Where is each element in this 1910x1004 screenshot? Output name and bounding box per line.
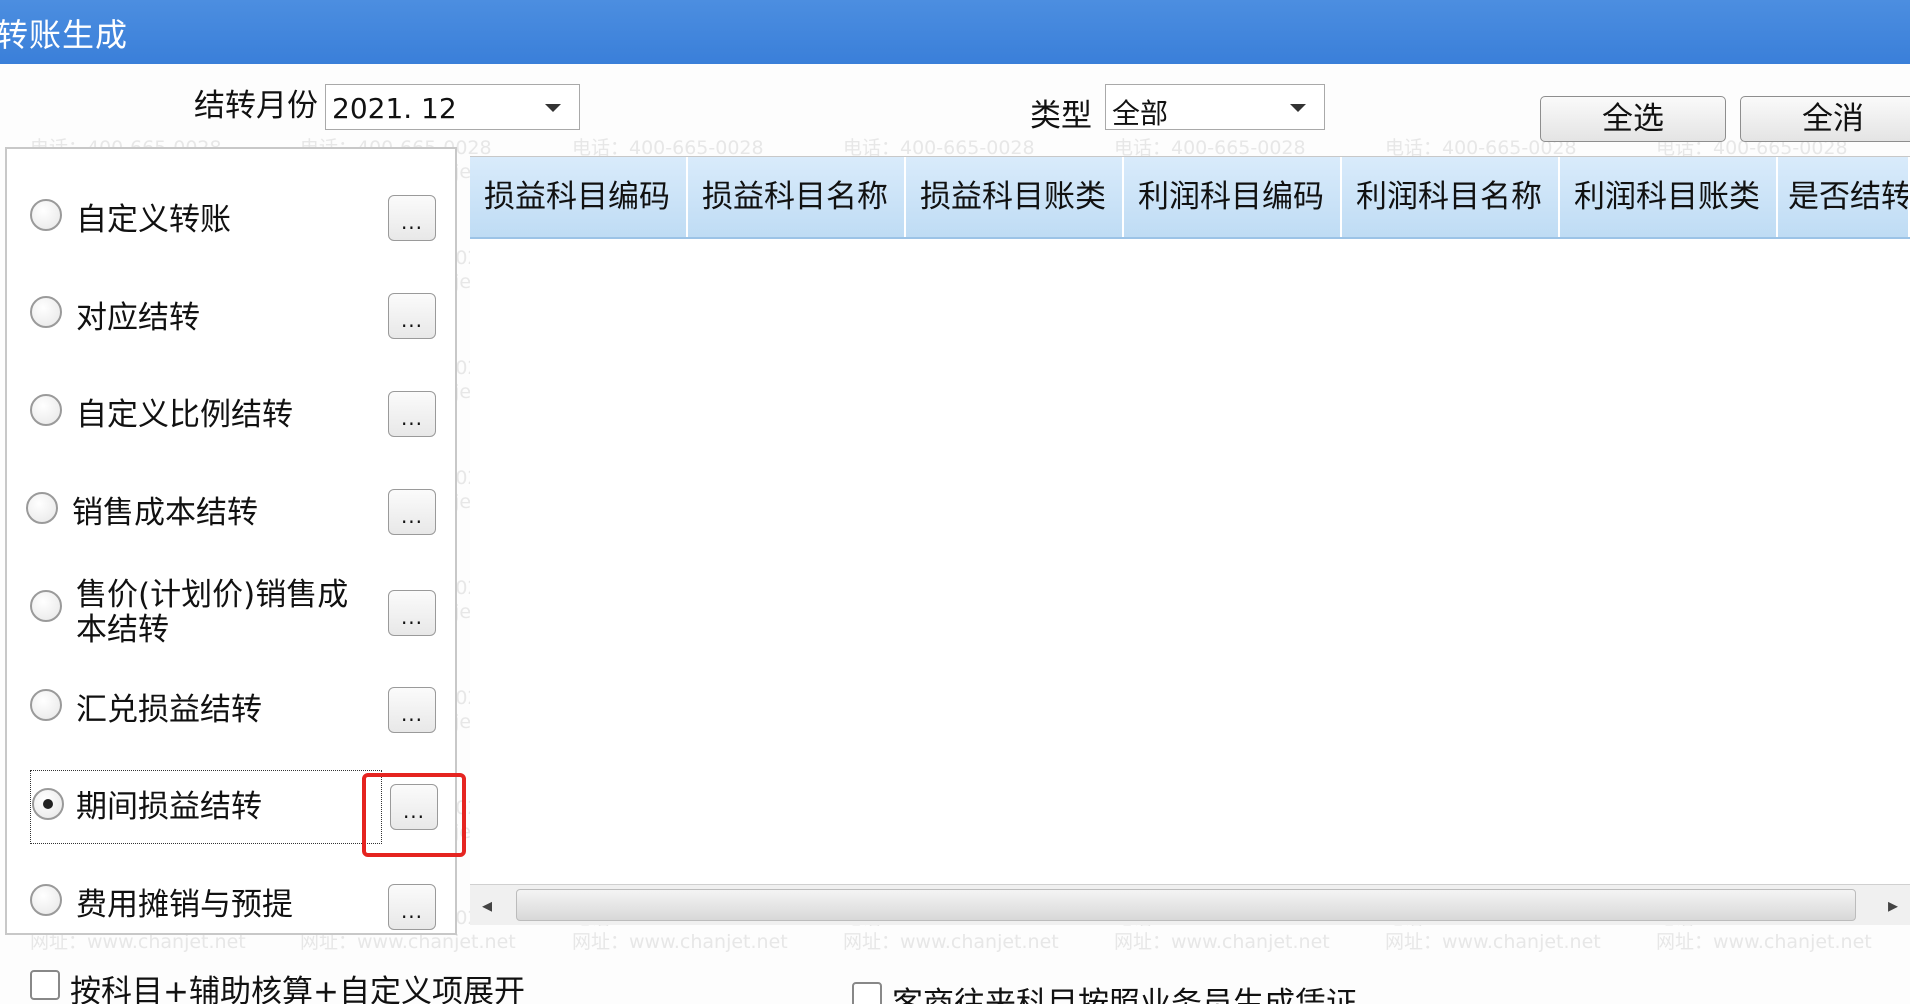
option-settings-button[interactable]: ... xyxy=(388,687,436,733)
highlight-box xyxy=(362,773,466,857)
option-radio-selected[interactable] xyxy=(32,788,64,820)
option-label: 自定义转账 xyxy=(76,202,231,238)
column-header[interactable]: 损益科目账类 xyxy=(906,157,1124,237)
option-label: 销售成本结转 xyxy=(72,495,258,531)
expand-checkbox[interactable] xyxy=(30,970,60,1000)
month-value: 2021. 12 xyxy=(332,92,457,125)
option-settings-button[interactable]: ... xyxy=(388,293,436,339)
option-settings-button[interactable]: ... xyxy=(388,590,436,636)
chevron-down-icon xyxy=(545,104,561,112)
option-radio[interactable] xyxy=(30,296,62,328)
option-radio[interactable] xyxy=(30,689,62,721)
option-label: 期间损益结转 xyxy=(76,789,262,825)
horizontal-scrollbar[interactable]: ◂ ▸ xyxy=(470,884,1910,925)
table-header: 损益科目编码 损益科目名称 损益科目账类 利润科目编码 利润科目名称 利润科目账… xyxy=(470,157,1910,239)
column-header[interactable]: 损益科目名称 xyxy=(688,157,906,237)
month-select[interactable]: 2021. 12 xyxy=(325,84,580,130)
option-radio[interactable] xyxy=(26,492,58,524)
column-header[interactable]: 利润科目编码 xyxy=(1124,157,1342,237)
option-label: 售价(计划价)销售成本结转 xyxy=(76,577,349,648)
column-header[interactable]: 是否结转 xyxy=(1778,157,1910,237)
option-label: 自定义比例结转 xyxy=(76,397,293,433)
option-radio[interactable] xyxy=(30,199,62,231)
option-settings-button[interactable]: ... xyxy=(388,489,436,535)
option-label: 费用摊销与预提 xyxy=(76,887,293,923)
option-radio[interactable] xyxy=(30,590,62,622)
transfer-table: 损益科目编码 损益科目名称 损益科目账类 利润科目编码 利润科目名称 利润科目账… xyxy=(470,156,1910,887)
column-header[interactable]: 损益科目编码 xyxy=(470,157,688,237)
option-radio[interactable] xyxy=(30,394,62,426)
column-header[interactable]: 利润科目账类 xyxy=(1560,157,1778,237)
chevron-down-icon xyxy=(1290,104,1306,112)
option-settings-button[interactable]: ... xyxy=(388,391,436,437)
column-header[interactable]: 利润科目名称 xyxy=(1342,157,1560,237)
option-label: 对应结转 xyxy=(76,300,200,336)
window-title: 转账生成 xyxy=(0,16,129,54)
scrollbar-thumb[interactable] xyxy=(516,889,1856,921)
type-select[interactable]: 全部 xyxy=(1105,84,1325,130)
vendor-checkbox[interactable] xyxy=(852,982,882,1004)
option-radio[interactable] xyxy=(30,884,62,916)
vendor-checkbox-label: 客商往来科目按照业务员生成凭证 xyxy=(892,986,1357,1004)
title-bar: 转账生成 xyxy=(0,0,1910,64)
type-label: 类型 xyxy=(1030,98,1092,134)
select-all-button[interactable]: 全选 xyxy=(1540,96,1726,142)
option-settings-button[interactable]: ... xyxy=(388,195,436,241)
scroll-left-icon[interactable]: ◂ xyxy=(470,885,504,925)
scroll-right-icon[interactable]: ▸ xyxy=(1876,885,1910,925)
option-settings-button[interactable]: ... xyxy=(388,884,436,930)
type-value: 全部 xyxy=(1112,97,1169,130)
month-label: 结转月份 xyxy=(194,88,318,124)
expand-checkbox-label: 按科目+辅助核算+自定义项展开 xyxy=(70,974,525,1004)
transfer-generation-window: 电话：400-665-0028网址：www.chanjet.net电话：400-… xyxy=(0,0,1910,1004)
deselect-all-button[interactable]: 全消 xyxy=(1740,96,1910,142)
option-label: 汇兑损益结转 xyxy=(76,692,262,728)
